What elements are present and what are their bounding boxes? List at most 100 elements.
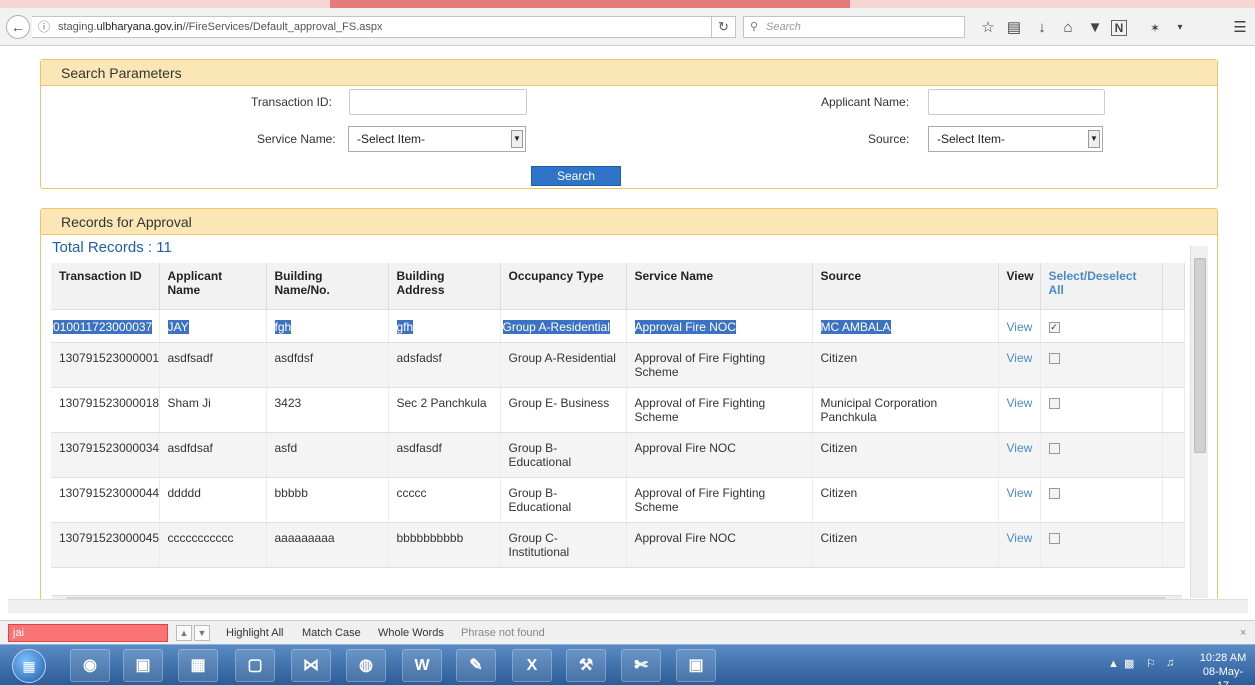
search-placeholder: Search bbox=[766, 21, 801, 33]
star-icon[interactable]: ☆ bbox=[978, 18, 998, 38]
table-row: 130791523000034 asdfdsaf asfd asdfasdf G… bbox=[51, 432, 1185, 478]
cell-occupancy-type: Group A-Residential bbox=[502, 319, 610, 334]
chevron-down-icon: ▼ bbox=[1088, 130, 1100, 148]
view-link[interactable]: View bbox=[1007, 351, 1033, 365]
network-icon[interactable]: ▩ bbox=[1124, 657, 1134, 670]
match-case-button[interactable]: Match Case bbox=[302, 621, 361, 645]
cell-service-name: Approval of Fire Fighting Scheme bbox=[626, 387, 813, 433]
cell-building-address: ccccc bbox=[388, 477, 501, 523]
cell-source: Municipal Corporation Panchkula bbox=[812, 387, 999, 433]
row-select-checkbox[interactable] bbox=[1048, 352, 1060, 364]
transaction-id-input[interactable] bbox=[349, 89, 527, 115]
remote-app-icon[interactable]: ▣ bbox=[676, 649, 716, 682]
find-input[interactable]: jai bbox=[8, 624, 168, 642]
scrollbar-thumb[interactable] bbox=[1194, 258, 1206, 453]
cell-applicant-name: asdfsadf bbox=[159, 342, 267, 388]
column-header-applicant-name: Applicant Name bbox=[159, 263, 267, 310]
snipping-icon[interactable]: ✄ bbox=[621, 649, 661, 682]
excel-icon[interactable]: X bbox=[512, 649, 552, 682]
close-icon[interactable]: × bbox=[1240, 621, 1246, 645]
row-select-checkbox[interactable]: ✓ bbox=[1048, 321, 1060, 333]
cell-applicant-name: ddddd bbox=[159, 477, 267, 523]
reading-list-icon[interactable]: ▤ bbox=[1004, 18, 1024, 38]
firefox-icon[interactable]: ◉ bbox=[70, 649, 110, 682]
table-row: 130791523000044 ddddd bbbbb ccccc Group … bbox=[51, 477, 1185, 523]
service-name-select[interactable]: -Select Item- ▼ bbox=[348, 126, 526, 152]
view-link[interactable]: View bbox=[1007, 486, 1033, 500]
cell-service-name: Approval Fire NOC bbox=[634, 319, 736, 334]
cell-transaction-id: 130791523000001 bbox=[51, 342, 160, 388]
cell-occupancy-type: Group B-Educational bbox=[500, 432, 627, 478]
find-next-icon[interactable]: ▼ bbox=[194, 625, 210, 641]
cell-building-address: bbbbbbbbbb bbox=[388, 522, 501, 568]
chrome-icon[interactable]: ◍ bbox=[346, 649, 386, 682]
cell-occupancy-type: Group E- Business bbox=[500, 387, 627, 433]
find-status: Phrase not found bbox=[461, 627, 545, 639]
table-vertical-scrollbar[interactable] bbox=[1190, 246, 1208, 598]
select-deselect-all-link[interactable]: Select/Deselect All bbox=[1040, 263, 1163, 310]
word-icon[interactable]: W bbox=[402, 649, 442, 682]
row-select-checkbox[interactable] bbox=[1048, 397, 1060, 409]
pocket-icon[interactable]: ▼ bbox=[1085, 18, 1105, 38]
visual-studio-icon[interactable]: ⋈ bbox=[291, 649, 331, 682]
table-row: 130791523000018 Sham Ji 3423 Sec 2 Panch… bbox=[51, 387, 1185, 433]
cell-building-address: gfh bbox=[396, 319, 414, 334]
row-select-checkbox[interactable] bbox=[1048, 487, 1060, 499]
cell-service-name: Approval of Fire Fighting Scheme bbox=[626, 342, 813, 388]
search-button[interactable]: Search bbox=[531, 166, 621, 186]
highlight-all-button[interactable]: Highlight All bbox=[226, 621, 283, 645]
view-link[interactable]: View bbox=[1007, 320, 1033, 334]
cell-building-name: aaaaaaaaa bbox=[266, 522, 389, 568]
page-horizontal-scrollbar[interactable] bbox=[8, 599, 1248, 613]
url-bar[interactable]: ⓘ staging.ulbharyana.gov.in//FireService… bbox=[32, 16, 712, 38]
column-header-transaction-id: Transaction ID bbox=[51, 263, 160, 310]
total-records: Total Records : 11 bbox=[52, 239, 172, 256]
cell-service-name: Approval Fire NOC bbox=[626, 432, 813, 478]
onenote-icon[interactable]: N bbox=[1111, 20, 1127, 36]
extension-icon[interactable]: ✶ bbox=[1145, 18, 1165, 38]
url-prefix: staging. bbox=[58, 21, 97, 33]
column-header-source: Source bbox=[812, 263, 999, 310]
action-center-icon[interactable]: ⚐ bbox=[1146, 657, 1156, 670]
view-link[interactable]: View bbox=[1007, 441, 1033, 455]
cell-transaction-id: 130791523000018 bbox=[51, 387, 160, 433]
browser-search-input[interactable]: ⚲ Search bbox=[743, 16, 965, 38]
cell-source: Citizen bbox=[812, 477, 999, 523]
find-previous-icon[interactable]: ▲ bbox=[176, 625, 192, 641]
extension-dropdown-icon[interactable]: ▾ bbox=[1170, 18, 1190, 38]
info-icon[interactable]: ⓘ bbox=[38, 17, 50, 37]
url-host: ulbharyana.gov.in bbox=[96, 21, 183, 33]
clock-date: 08-May-17 bbox=[1202, 666, 1244, 685]
windows-taskbar: ▦ ◉ ▣ ▦ ▢ ⋈ ◍ W ✎ X ⚒ ✄ ▣ ▲ ▩ ⚐ ♫ 10:28 … bbox=[0, 644, 1255, 685]
applicant-name-input[interactable] bbox=[928, 89, 1105, 115]
home-icon[interactable]: ⌂ bbox=[1058, 18, 1078, 38]
whole-words-button[interactable]: Whole Words bbox=[378, 621, 444, 645]
file-icon[interactable]: ▣ bbox=[123, 649, 163, 682]
cell-building-name: fgh bbox=[274, 319, 292, 334]
search-parameters-panel: Search Parameters Transaction ID: Applic… bbox=[40, 59, 1218, 189]
row-select-checkbox[interactable] bbox=[1048, 442, 1060, 454]
volume-icon[interactable]: ♫ bbox=[1166, 657, 1174, 669]
view-link[interactable]: View bbox=[1007, 531, 1033, 545]
reload-icon[interactable]: ↻ bbox=[712, 16, 736, 38]
column-header-building-address: Building Address bbox=[388, 263, 501, 310]
view-link[interactable]: View bbox=[1007, 396, 1033, 410]
cell-service-name: Approval of Fire Fighting Scheme bbox=[626, 477, 813, 523]
back-arrow-icon[interactable]: ← bbox=[6, 15, 30, 39]
download-icon[interactable]: ↓ bbox=[1032, 18, 1052, 38]
cell-transaction-id: 010011723000037 bbox=[53, 319, 153, 334]
column-header-service-name: Service Name bbox=[626, 263, 813, 310]
windows-start-icon[interactable]: ▦ bbox=[12, 649, 46, 683]
row-select-checkbox[interactable] bbox=[1048, 532, 1060, 544]
taskbar-clock[interactable]: 10:28 AM 08-May-17 bbox=[1198, 651, 1248, 685]
tools-icon[interactable]: ⚒ bbox=[566, 649, 606, 682]
menu-icon[interactable]: ☰ bbox=[1230, 18, 1250, 38]
ink-icon[interactable]: ✎ bbox=[456, 649, 496, 682]
cell-applicant-name: ccccccccccc bbox=[159, 522, 267, 568]
folder-icon[interactable]: ▢ bbox=[235, 649, 275, 682]
show-hidden-icons-icon[interactable]: ▲ bbox=[1108, 658, 1119, 670]
paint-icon[interactable]: ▦ bbox=[178, 649, 218, 682]
source-select[interactable]: -Select Item- ▼ bbox=[928, 126, 1103, 152]
cell-service-name: Approval Fire NOC bbox=[626, 522, 813, 568]
search-icon: ⚲ bbox=[750, 21, 759, 33]
